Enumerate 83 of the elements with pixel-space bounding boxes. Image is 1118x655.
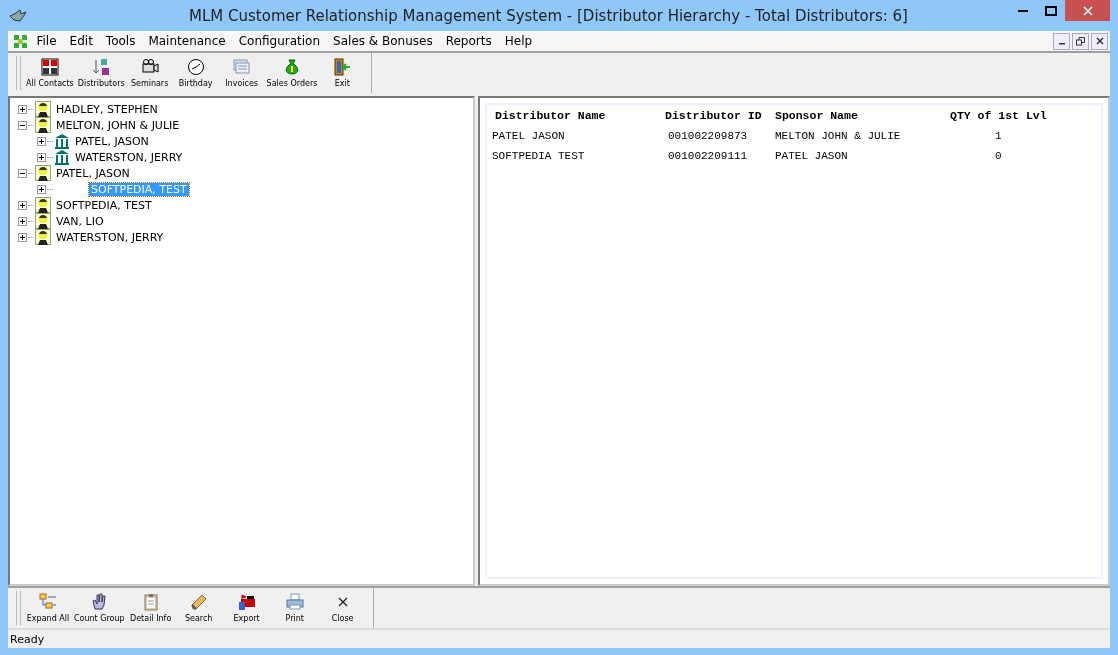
camera-icon [140,58,159,76]
close-button[interactable] [1091,32,1108,50]
table-cell-text: PATEL JASON [774,150,849,162]
menu-item[interactable]: Sales & Bonuses [326,34,440,48]
tree-item[interactable]: WATERSTON, JERRY [54,230,166,244]
toolbar-button[interactable]: Print [270,588,319,628]
expand-toggle[interactable] [37,152,46,162]
menu-item[interactable]: Edit [63,34,100,48]
column-header[interactable]: QTY of 1st Lvl [947,109,1067,122]
table-cell-text: 1 [994,130,1003,142]
toolbar-button[interactable]: Exit [319,53,366,93]
person-icon [35,117,51,133]
tree-item[interactable]: PATEL, JASON [73,134,151,148]
maximize-icon [1045,5,1057,16]
collapse-toggle[interactable] [18,168,27,178]
menu-item[interactable]: Configuration [232,34,327,48]
grid-icon [14,34,27,48]
menu-item[interactable]: File [30,34,64,48]
expand-toggle[interactable] [37,184,46,194]
table-cell-text: MELTON JOHN & JULIE [774,130,902,142]
column-header[interactable]: Distributor Name [492,109,662,122]
tree-item[interactable]: VAN, LIO [54,214,106,228]
column-header[interactable]: Distributor ID [662,109,772,122]
tree-item[interactable]: SOFTPEDIA, TEST [54,198,154,212]
sort-icon [92,58,111,76]
toolbar-button[interactable]: Close [318,588,367,628]
toolbar-button[interactable]: Seminars [126,53,173,93]
menu-item[interactable]: Help [498,34,539,48]
toolbar-button[interactable]: Export [222,588,271,628]
person-icon [35,229,51,245]
expand-toggle[interactable] [18,232,27,242]
window-title: MLM Customer Relationship Management System - [Distributor Hierarchy - Total Distributors: 6] [188,6,909,25]
toolbar-button[interactable]: Birthday [172,53,219,93]
table-cell-text: 001002209111 [667,150,749,162]
toolbar-button[interactable]: Detail Info [126,588,175,628]
toolbar-button[interactable]: Count Group [72,588,127,628]
column-header[interactable]: Sponsor Name [772,109,947,122]
table-cell-text: SOFTPEDIA TEST [492,150,586,162]
tree-item[interactable]: MELTON, JOHN & JULIE [54,118,182,132]
tree-item[interactable]: PATEL, JASON [54,166,132,180]
money-bag-icon [283,58,301,76]
close-icon [1082,5,1093,16]
clipboard-icon [141,593,160,611]
toolbar-button[interactable]: Expand All [24,588,72,628]
export-icon [237,593,256,611]
menu-item[interactable]: Maintenance [141,34,233,48]
table-cell-text: 0 [994,150,1003,162]
door-icon [333,58,352,76]
person-icon [35,197,51,213]
tree-structure-icon [39,593,57,611]
expand-toggle[interactable] [37,136,46,146]
contacts-icon [40,58,59,76]
minimize-icon [1018,9,1028,12]
table-cell-text: PATEL JASON [492,130,566,142]
person-icon [35,165,51,181]
hand-icon [90,593,109,611]
close-icon [1095,37,1104,45]
toolbar-button[interactable]: Distributors [75,53,127,93]
toolbar-button[interactable]: All Contacts [24,53,76,93]
toolbar-button[interactable]: Search [174,588,223,628]
pencil-icon [189,593,208,611]
menu-item[interactable]: Tools [99,34,142,48]
expand-toggle[interactable] [18,200,27,210]
restore-button[interactable] [1072,32,1089,50]
bank-icon [54,149,70,165]
person-icon [35,101,51,117]
clock-icon [186,58,205,76]
bird-logo-icon [8,7,28,24]
collapse-toggle[interactable] [18,120,27,130]
expand-toggle[interactable] [18,216,27,226]
bank-icon [54,133,70,149]
toolbar-button[interactable]: Invoices [218,53,265,93]
documents-icon [232,58,251,76]
restore-icon [1076,36,1085,46]
expand-toggle[interactable] [18,104,27,114]
person-icon [35,213,51,229]
tree-item[interactable]: WATERSTON, JERRY [73,150,185,164]
table-cell-text: 001002209873 [667,130,749,142]
tree-item[interactable]: HADLEY, STEPHEN [54,102,160,116]
printer-icon [285,593,304,611]
status-text: Ready [10,632,45,646]
menu-item[interactable]: Reports [439,34,499,48]
toolbar-button[interactable]: Sales Orders [264,53,320,93]
